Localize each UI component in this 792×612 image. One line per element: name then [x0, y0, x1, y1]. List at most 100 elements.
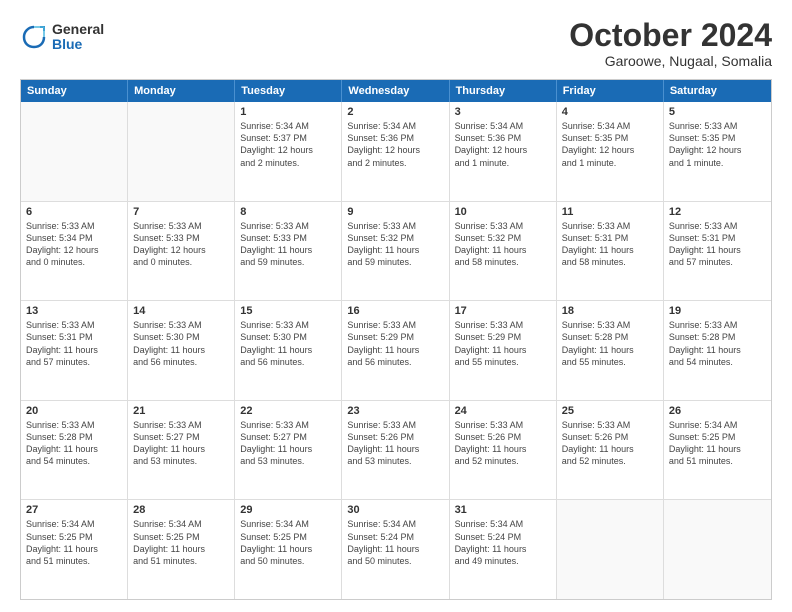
calendar-cell-14: 14 Sunrise: 5:33 AM Sunset: 5:30 PM Dayli… — [128, 301, 235, 400]
cell-details: Sunrise: 5:34 AM Sunset: 5:37 PM Dayligh… — [240, 120, 336, 169]
day-number: 12 — [669, 206, 766, 218]
calendar-cell-19: 19Sunrise: 5:33 AM Sunset: 5:28 PM Dayli… — [664, 301, 771, 400]
cell-details: Sunrise: 5:33 AM Sunset: 5:28 PM Dayligh… — [562, 319, 658, 368]
cell-details: Sunrise: 5:33 AM Sunset: 5:28 PM Dayligh… — [26, 419, 122, 468]
day-number: 6 — [26, 206, 122, 218]
calendar-cell-31: 31 Sunrise: 5:34 AM Sunset: 5:24 PM Dayli… — [450, 500, 557, 599]
cell-details: Sunrise: 5:33 AM Sunset: 5:31 PM Dayligh… — [562, 220, 658, 269]
calendar-cell-10: 10 Sunrise: 5:33 AM Sunset: 5:32 PM Dayli… — [450, 202, 557, 301]
day-number: 18 — [562, 305, 658, 317]
calendar-cell-8: 8 Sunrise: 5:33 AM Sunset: 5:33 PM Daylig… — [235, 202, 342, 301]
header-day-wednesday: Wednesday — [342, 80, 449, 102]
calendar-row-2: 6 Sunrise: 5:33 AM Sunset: 5:34 PM Daylig… — [21, 202, 771, 302]
header-day-thursday: Thursday — [450, 80, 557, 102]
header-day-saturday: Saturday — [664, 80, 771, 102]
day-number: 10 — [455, 206, 551, 218]
cell-details: Sunrise: 5:34 AM Sunset: 5:35 PM Dayligh… — [562, 120, 658, 169]
cell-details: Sunrise: 5:34 AM Sunset: 5:25 PM Dayligh… — [240, 518, 336, 567]
day-number: 9 — [347, 206, 443, 218]
calendar-cell-23: 23 Sunrise: 5:33 AM Sunset: 5:26 PM Dayli… — [342, 401, 449, 500]
day-number: 3 — [455, 106, 551, 118]
day-number: 1 — [240, 106, 336, 118]
day-number: 8 — [240, 206, 336, 218]
header: General Blue October 2024 Garoowe, Nugaa… — [20, 18, 772, 69]
page: General Blue October 2024 Garoowe, Nugaa… — [0, 0, 792, 612]
day-number: 15 — [240, 305, 336, 317]
day-number: 25 — [562, 405, 658, 417]
day-number: 29 — [240, 504, 336, 516]
cell-details: Sunrise: 5:33 AM Sunset: 5:30 PM Dayligh… — [133, 319, 229, 368]
calendar-row-3: 13Sunrise: 5:33 AM Sunset: 5:31 PM Dayli… — [21, 301, 771, 401]
cell-details: Sunrise: 5:33 AM Sunset: 5:26 PM Dayligh… — [347, 419, 443, 468]
day-number: 4 — [562, 106, 658, 118]
calendar: SundayMondayTuesdayWednesdayThursdayFrid… — [20, 79, 772, 600]
calendar-cell-15: 15 Sunrise: 5:33 AM Sunset: 5:30 PM Dayli… — [235, 301, 342, 400]
cell-details: Sunrise: 5:34 AM Sunset: 5:25 PM Dayligh… — [26, 518, 122, 567]
logo-text: General Blue — [52, 22, 104, 53]
cell-details: Sunrise: 5:33 AM Sunset: 5:26 PM Dayligh… — [562, 419, 658, 468]
day-number: 2 — [347, 106, 443, 118]
cell-details: Sunrise: 5:33 AM Sunset: 5:32 PM Dayligh… — [347, 220, 443, 269]
day-number: 23 — [347, 405, 443, 417]
day-number: 13 — [26, 305, 122, 317]
calendar-cell-3: 3 Sunrise: 5:34 AM Sunset: 5:36 PM Daylig… — [450, 102, 557, 201]
page-subtitle: Garoowe, Nugaal, Somalia — [569, 53, 772, 69]
day-number: 31 — [455, 504, 551, 516]
calendar-cell-empty — [21, 102, 128, 201]
calendar-cell-empty — [557, 500, 664, 599]
day-number: 14 — [133, 305, 229, 317]
day-number: 21 — [133, 405, 229, 417]
calendar-cell-empty — [128, 102, 235, 201]
cell-details: Sunrise: 5:33 AM Sunset: 5:32 PM Dayligh… — [455, 220, 551, 269]
cell-details: Sunrise: 5:33 AM Sunset: 5:31 PM Dayligh… — [669, 220, 766, 269]
logo-icon — [20, 23, 48, 51]
day-number: 11 — [562, 206, 658, 218]
calendar-cell-empty — [664, 500, 771, 599]
calendar-row-5: 27Sunrise: 5:34 AM Sunset: 5:25 PM Dayli… — [21, 500, 771, 599]
calendar-cell-2: 2 Sunrise: 5:34 AM Sunset: 5:36 PM Daylig… — [342, 102, 449, 201]
calendar-cell-16: 16 Sunrise: 5:33 AM Sunset: 5:29 PM Dayli… — [342, 301, 449, 400]
day-number: 20 — [26, 405, 122, 417]
calendar-cell-25: 25 Sunrise: 5:33 AM Sunset: 5:26 PM Dayli… — [557, 401, 664, 500]
title-block: October 2024 Garoowe, Nugaal, Somalia — [569, 18, 772, 69]
cell-details: Sunrise: 5:33 AM Sunset: 5:33 PM Dayligh… — [133, 220, 229, 269]
logo-general-text: General — [52, 22, 104, 37]
cell-details: Sunrise: 5:33 AM Sunset: 5:29 PM Dayligh… — [347, 319, 443, 368]
calendar-cell-29: 29 Sunrise: 5:34 AM Sunset: 5:25 PM Dayli… — [235, 500, 342, 599]
cell-details: Sunrise: 5:33 AM Sunset: 5:26 PM Dayligh… — [455, 419, 551, 468]
calendar-cell-4: 4 Sunrise: 5:34 AM Sunset: 5:35 PM Daylig… — [557, 102, 664, 201]
calendar-cell-30: 30 Sunrise: 5:34 AM Sunset: 5:24 PM Dayli… — [342, 500, 449, 599]
day-number: 16 — [347, 305, 443, 317]
cell-details: Sunrise: 5:33 AM Sunset: 5:33 PM Dayligh… — [240, 220, 336, 269]
cell-details: Sunrise: 5:33 AM Sunset: 5:30 PM Dayligh… — [240, 319, 336, 368]
cell-details: Sunrise: 5:33 AM Sunset: 5:27 PM Dayligh… — [240, 419, 336, 468]
calendar-cell-12: 12 Sunrise: 5:33 AM Sunset: 5:31 PM Dayli… — [664, 202, 771, 301]
page-title: October 2024 — [569, 18, 772, 53]
cell-details: Sunrise: 5:34 AM Sunset: 5:25 PM Dayligh… — [133, 518, 229, 567]
day-number: 30 — [347, 504, 443, 516]
cell-details: Sunrise: 5:34 AM Sunset: 5:24 PM Dayligh… — [347, 518, 443, 567]
calendar-cell-20: 20 Sunrise: 5:33 AM Sunset: 5:28 PM Dayli… — [21, 401, 128, 500]
header-day-tuesday: Tuesday — [235, 80, 342, 102]
cell-details: Sunrise: 5:34 AM Sunset: 5:36 PM Dayligh… — [347, 120, 443, 169]
calendar-cell-28: 28Sunrise: 5:34 AM Sunset: 5:25 PM Dayli… — [128, 500, 235, 599]
calendar-body: 1 Sunrise: 5:34 AM Sunset: 5:37 PM Daylig… — [21, 102, 771, 599]
day-number: 22 — [240, 405, 336, 417]
header-day-friday: Friday — [557, 80, 664, 102]
calendar-cell-7: 7Sunrise: 5:33 AM Sunset: 5:33 PM Daylig… — [128, 202, 235, 301]
logo: General Blue — [20, 22, 104, 53]
cell-details: Sunrise: 5:33 AM Sunset: 5:34 PM Dayligh… — [26, 220, 122, 269]
calendar-cell-26: 26Sunrise: 5:34 AM Sunset: 5:25 PM Dayli… — [664, 401, 771, 500]
cell-details: Sunrise: 5:34 AM Sunset: 5:36 PM Dayligh… — [455, 120, 551, 169]
calendar-cell-17: 17Sunrise: 5:33 AM Sunset: 5:29 PM Dayli… — [450, 301, 557, 400]
calendar-cell-22: 22 Sunrise: 5:33 AM Sunset: 5:27 PM Dayli… — [235, 401, 342, 500]
calendar-cell-5: 5Sunrise: 5:33 AM Sunset: 5:35 PM Daylig… — [664, 102, 771, 201]
calendar-cell-18: 18 Sunrise: 5:33 AM Sunset: 5:28 PM Dayli… — [557, 301, 664, 400]
calendar-cell-21: 21Sunrise: 5:33 AM Sunset: 5:27 PM Dayli… — [128, 401, 235, 500]
logo-blue-text: Blue — [52, 37, 104, 52]
calendar-cell-11: 11 Sunrise: 5:33 AM Sunset: 5:31 PM Dayli… — [557, 202, 664, 301]
cell-details: Sunrise: 5:34 AM Sunset: 5:24 PM Dayligh… — [455, 518, 551, 567]
calendar-cell-6: 6 Sunrise: 5:33 AM Sunset: 5:34 PM Daylig… — [21, 202, 128, 301]
calendar-cell-1: 1 Sunrise: 5:34 AM Sunset: 5:37 PM Daylig… — [235, 102, 342, 201]
header-day-sunday: Sunday — [21, 80, 128, 102]
